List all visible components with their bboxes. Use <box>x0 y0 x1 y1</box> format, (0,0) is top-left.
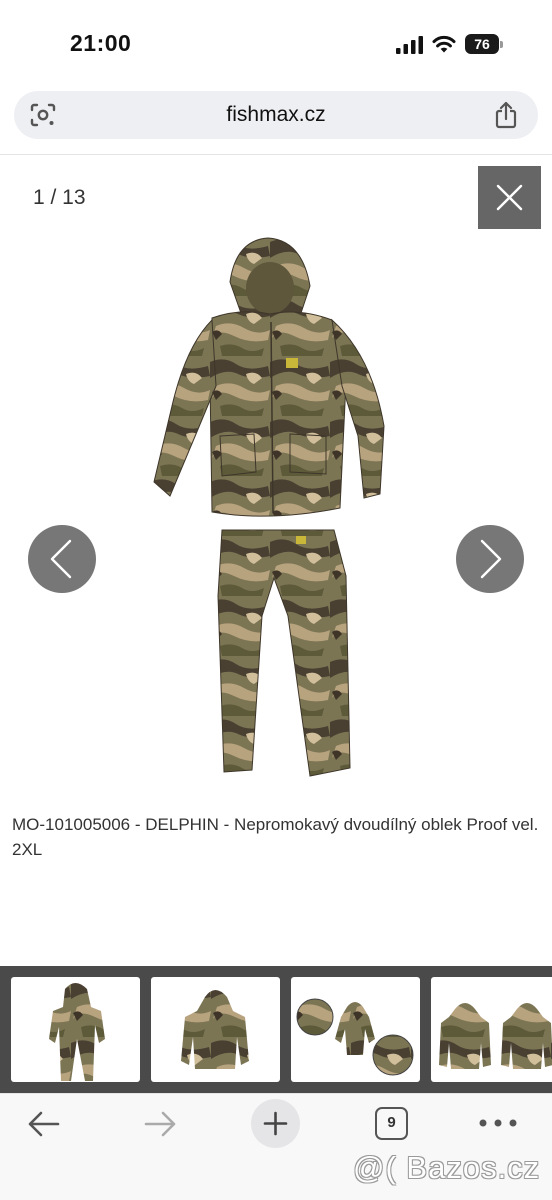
chevron-left-icon <box>50 539 72 579</box>
new-tab-button[interactable] <box>251 1099 300 1148</box>
detail-thumbnail[interactable] <box>291 977 420 1082</box>
wifi-icon <box>432 35 456 53</box>
forward-arrow-icon[interactable] <box>142 1110 178 1138</box>
battery-icon: 76 <box>465 34 503 54</box>
front-back-thumbnail[interactable] <box>431 977 552 1082</box>
status-time: 21:00 <box>70 30 132 56</box>
full-suit-thumbnail[interactable] <box>11 977 140 1082</box>
more-icon[interactable] <box>478 1118 518 1128</box>
watermark: @( Bazos.cz <box>353 1150 541 1185</box>
previous-image-button[interactable] <box>28 525 96 593</box>
chevron-right-icon <box>480 539 502 579</box>
tabs-icon[interactable]: 9 <box>375 1107 408 1140</box>
status-bar: 21:00 76 <box>0 0 552 86</box>
address-bar[interactable]: fishmax.cz <box>14 91 538 139</box>
divider <box>0 154 552 155</box>
close-icon <box>496 184 523 211</box>
cellular-signal-icon <box>396 36 423 54</box>
image-counter: 1 / 13 <box>33 186 86 209</box>
camouflage-rain-suit-image <box>153 237 385 777</box>
image-caption: MO-101005006 - DELPHIN - Nepromokavý dvo… <box>12 815 539 859</box>
share-icon[interactable] <box>494 101 518 129</box>
battery-level: 76 <box>474 36 490 52</box>
browser-toolbar: 9 @( Bazos.cz <box>0 1093 552 1200</box>
url-text[interactable]: fishmax.cz <box>14 103 538 127</box>
plus-icon <box>263 1111 288 1136</box>
close-button[interactable] <box>478 166 541 229</box>
back-arrow-icon[interactable] <box>26 1110 62 1138</box>
thumbnail-strip[interactable] <box>0 966 552 1093</box>
next-image-button[interactable] <box>456 525 524 593</box>
jacket-thumbnail[interactable] <box>151 977 280 1082</box>
